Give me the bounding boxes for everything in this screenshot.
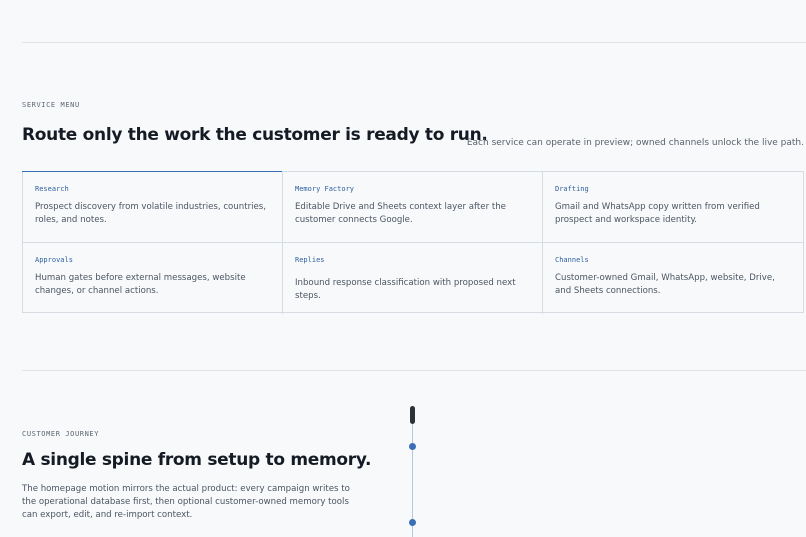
service-card-drafting[interactable]: Drafting Gmail and WhatsApp copy written… (543, 172, 803, 243)
service-title: Approvals (35, 256, 73, 264)
journey-step-dot[interactable] (409, 443, 416, 450)
customer-journey-lede: The homepage motion mirrors the actual p… (22, 484, 350, 520)
service-card-approvals[interactable]: Approvals Human gates before external me… (23, 243, 283, 314)
service-card-replies[interactable]: Replies Inbound response classification … (283, 243, 543, 314)
service-title: Research (35, 185, 69, 193)
service-grid: Research Prospect discovery from volatil… (22, 171, 804, 314)
service-description: Inbound response classification with pro… (295, 278, 516, 301)
journey-step-dot[interactable] (409, 519, 416, 526)
journey-spine-handle[interactable] (410, 406, 415, 424)
service-title: Channels (555, 256, 589, 264)
section-divider-journey (22, 370, 806, 371)
customer-journey-eyebrow: CUSTOMER JOURNEY (22, 430, 100, 438)
service-title: Drafting (555, 185, 589, 193)
section-divider-top (22, 42, 806, 43)
service-title: Replies (295, 256, 325, 264)
service-description: Prospect discovery from volatile industr… (35, 202, 266, 225)
service-menu-heading: Route only the work the customer is read… (22, 125, 488, 145)
service-description: Customer-owned Gmail, WhatsApp, website,… (555, 273, 775, 296)
service-card-research[interactable]: Research Prospect discovery from volatil… (22, 171, 283, 243)
service-title: Memory Factory (295, 185, 355, 193)
service-card-memory-factory[interactable]: Memory Factory Editable Drive and Sheets… (283, 172, 543, 243)
service-description: Editable Drive and Sheets context layer … (295, 202, 506, 225)
service-description: Human gates before external messages, we… (35, 273, 246, 296)
customer-journey-heading: A single spine from setup to memory. (22, 450, 372, 470)
service-menu-note: Each service can operate in preview; own… (466, 138, 804, 148)
service-description: Gmail and WhatsApp copy written from ver… (555, 202, 760, 225)
service-card-channels[interactable]: Channels Customer-owned Gmail, WhatsApp,… (543, 243, 803, 314)
service-menu-eyebrow: SERVICE MENU (22, 101, 80, 109)
